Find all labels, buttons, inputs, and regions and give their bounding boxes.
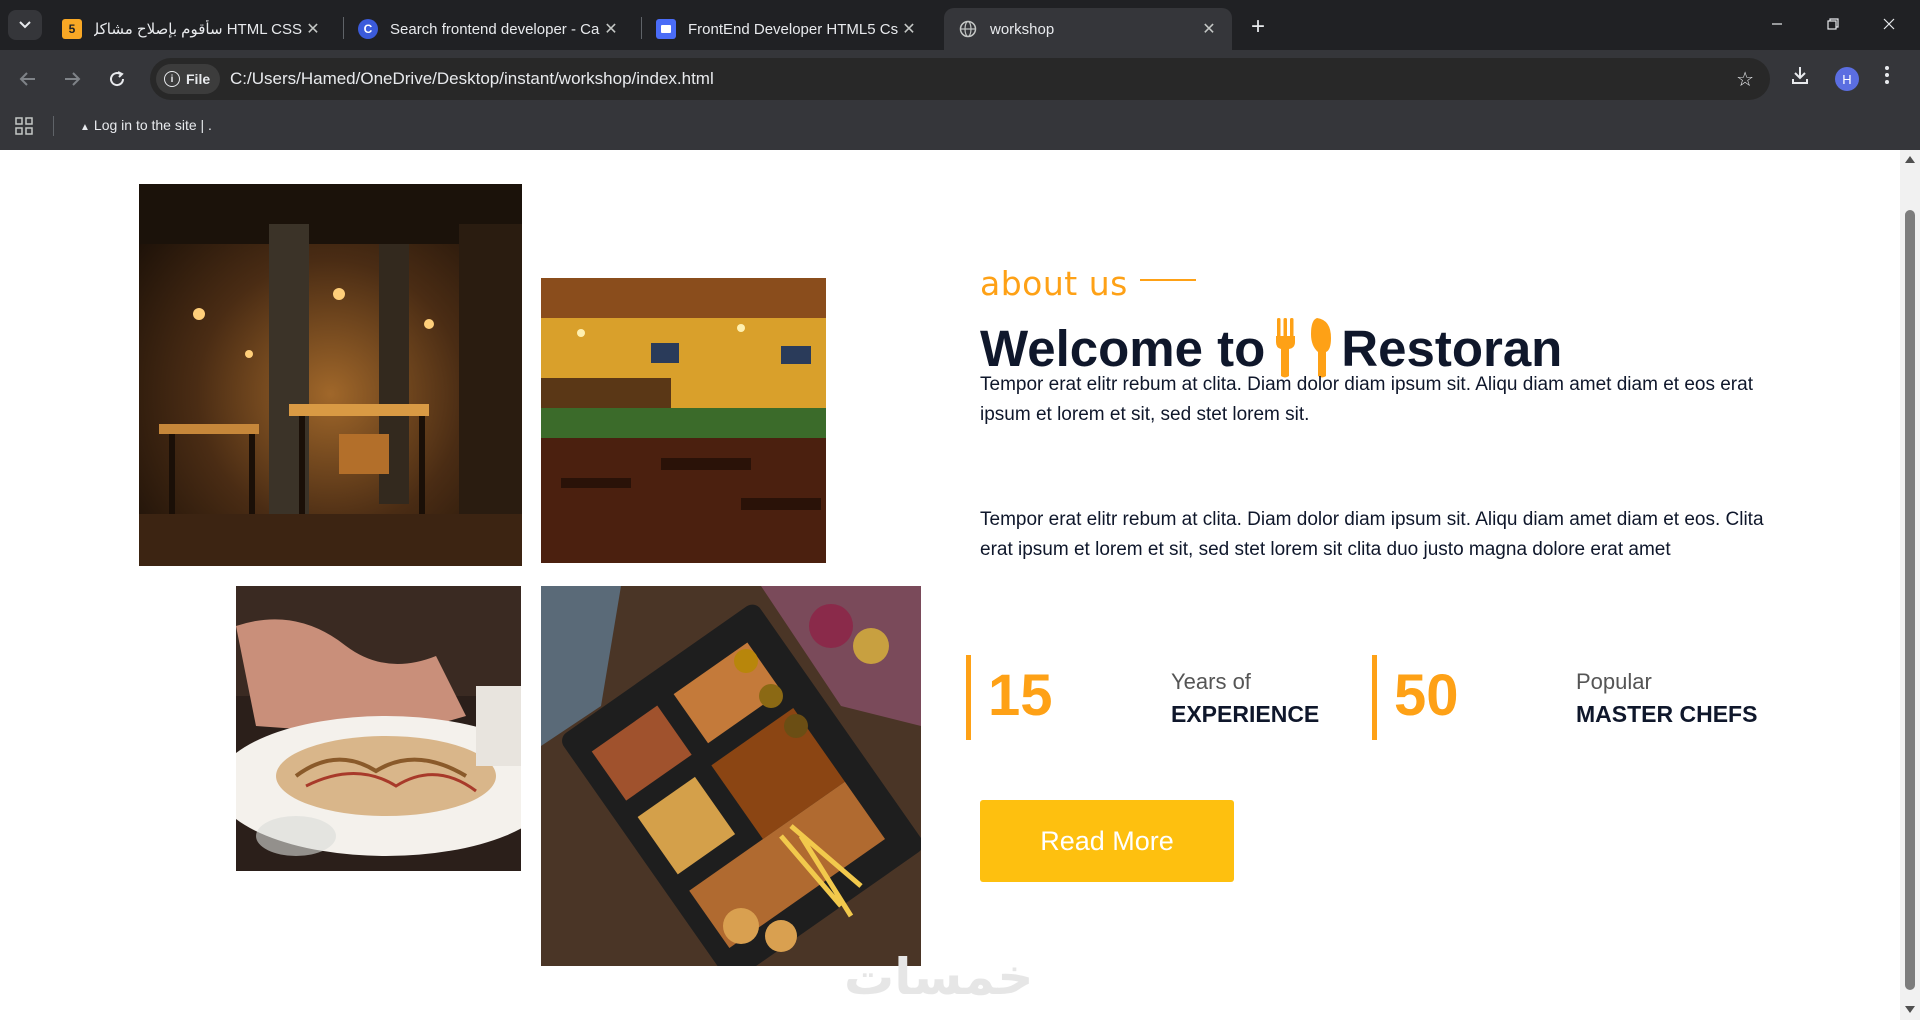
restaurant-interior-image [139,184,522,566]
restore-button[interactable] [1810,8,1856,40]
section-label-line [1140,279,1196,281]
stat-label-bottom: EXPERIENCE [1171,701,1320,727]
reload-button[interactable] [101,63,133,95]
reload-icon [110,71,125,87]
minimize-button[interactable] [1754,8,1800,40]
tab-workshop[interactable]: workshop ✕ [944,8,1232,50]
chip-label: File [186,71,211,87]
bookmark-label: Log in to the site | . [93,117,212,133]
site-favicon-icon: C [358,19,378,39]
globe-icon [958,19,978,39]
restore-icon [1827,18,1839,30]
tab-arabic-html[interactable]: 5 HTML CSS سأقوم بإصلاح مشاكل ✕ [48,8,336,50]
stat-number: 50 [1394,663,1459,728]
address-bar[interactable]: i File C:/Users/Hamed/OneDrive/Desktop/i… [150,58,1770,100]
site-favicon-icon [656,19,676,39]
tab-title: Search frontend developer - Ca [390,20,600,38]
browser-menu-button[interactable] [1884,65,1890,85]
chevron-down-icon [19,21,31,29]
dining-room-image [541,278,826,563]
title-text-start: Welcome to [980,319,1266,377]
close-tab-icon[interactable]: ✕ [898,18,920,40]
pasta-dish-image [236,586,521,871]
tab-title: FrontEnd Developer HTML5 Css [688,20,898,38]
url-text[interactable]: C:/Users/Hamed/OneDrive/Desktop/instant/… [230,69,714,89]
stat-accent-bar [1372,655,1377,740]
stat-accent-bar [966,655,971,740]
tab-search-button[interactable] [8,10,42,40]
kebab-menu-icon [1885,66,1889,84]
close-tab-icon[interactable]: ✕ [302,18,324,40]
new-tab-button[interactable]: + [1244,13,1272,41]
about-paragraph-2: Tempor erat elitr rebum at clita. Diam d… [980,509,1764,560]
bookmarks-bar [0,108,1920,150]
tab-title: workshop [990,20,1055,38]
arrow-left-icon [19,72,35,86]
forward-button[interactable] [56,63,88,95]
stat-number: 15 [988,663,1053,728]
site-info-chip[interactable]: i File [156,64,221,94]
stat-label-bottom: MASTER CHEFS [1576,701,1758,727]
tab-strip: 5 HTML CSS سأقوم بإصلاح مشاكل ✕ C Search… [0,0,1920,50]
close-icon [1883,18,1895,30]
downloads-button[interactable] [1790,65,1810,85]
watermark-text: خمسات [844,949,1034,1005]
stat-experience: 15 Years of EXPERIENCE [966,655,1366,740]
scroll-down-arrow-icon[interactable] [1905,1006,1915,1013]
section-label: about us [980,264,1128,303]
arrow-right-icon [65,72,81,86]
scrollbar-thumb[interactable] [1905,210,1915,990]
close-tab-icon[interactable]: ✕ [600,18,622,40]
stat-chefs: 50 Popular MASTER CHEFS [1372,655,1772,740]
scroll-up-arrow-icon[interactable] [1905,156,1915,163]
title-text-end: Restoran [1341,319,1563,377]
bookmark-favicon-icon: ▲ [80,122,90,133]
minimize-icon [1772,23,1782,25]
close-window-button[interactable] [1866,8,1912,40]
about-paragraph-1: Tempor erat elitr rebum at clita. Diam d… [980,374,1753,425]
apps-grid-icon[interactable] [15,117,33,135]
browser-toolbar: i File C:/Users/Hamed/OneDrive/Desktop/i… [0,50,1920,108]
grilled-platter-image [541,586,921,966]
profile-avatar[interactable]: H [1835,67,1859,91]
info-icon: i [164,71,180,87]
site-favicon-icon: 5 [62,19,82,39]
tab-frontend-developer[interactable]: FrontEnd Developer HTML5 Css ✕ [642,8,932,50]
stat-label-top: Years of [1171,669,1251,694]
tab-title: HTML CSS سأقوم بإصلاح مشاكل [94,21,302,38]
bookmarks-separator [53,116,54,136]
back-button[interactable] [12,63,44,95]
close-tab-icon[interactable]: ✕ [1198,18,1220,40]
download-icon [1792,67,1808,84]
bookmark-login[interactable]: ▲ Log in to the site | . [80,117,212,133]
tab-search-frontend[interactable]: C Search frontend developer - Ca ✕ [344,8,634,50]
bookmark-star-icon[interactable]: ☆ [1736,67,1754,92]
read-more-button[interactable]: Read More [980,800,1234,882]
stat-label-top: Popular [1576,669,1652,694]
